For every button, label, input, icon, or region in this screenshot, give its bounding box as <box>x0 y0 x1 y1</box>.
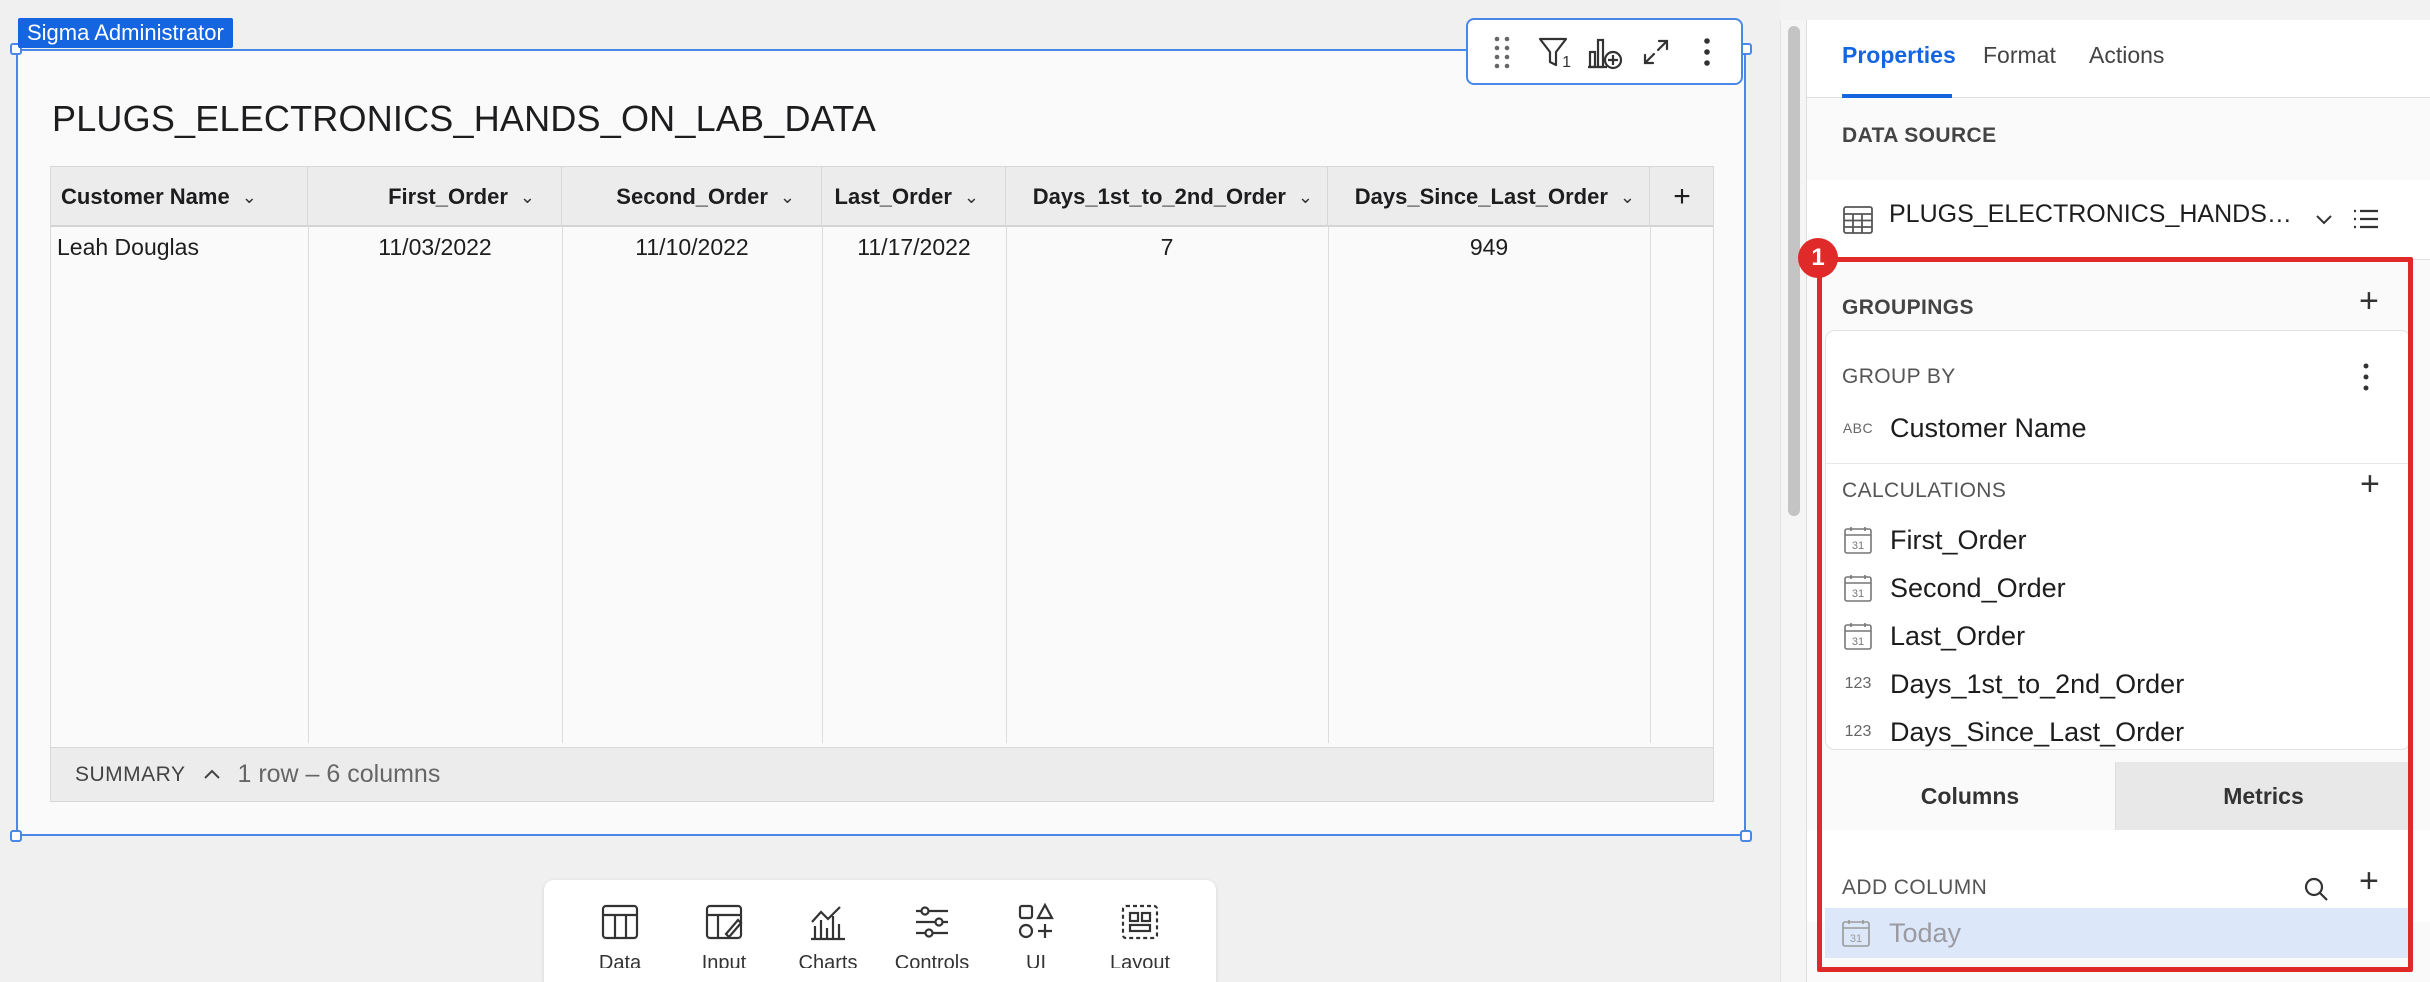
add-column-button[interactable]: + <box>1650 167 1714 227</box>
drag-handle-icon[interactable] <box>1480 30 1524 74</box>
list-icon[interactable] <box>2353 208 2379 230</box>
add-element-bar: Data Input Charts Controls UI Layout <box>544 880 1216 982</box>
element-label: Charts <box>798 952 858 968</box>
workbook-canvas: Sigma Administrator 1 PLUGS_ELECTRONICS_… <box>0 0 1780 982</box>
add-chart-icon[interactable] <box>1582 30 1626 74</box>
add-ui-element[interactable]: UI <box>991 880 1081 982</box>
table-cell[interactable]: 11/10/2022 <box>562 227 822 267</box>
active-tab-indicator <box>1842 94 1952 98</box>
grid-header: Customer Name ⌄ First_Order ⌄ Second_Order… <box>51 167 1713 227</box>
chevron-down-icon[interactable]: ⌄ <box>520 187 535 208</box>
summary-label: SUMMARY <box>75 762 186 786</box>
column-header-days-1st-to-2nd-order[interactable]: Days_1st_to_2nd_Order ⌄ <box>1006 167 1328 227</box>
add-layout-element[interactable]: Layout <box>1095 880 1185 982</box>
chevron-down-icon[interactable]: ⌄ <box>964 187 979 208</box>
tab-properties[interactable]: Properties <box>1842 42 1956 69</box>
table-cell[interactable]: Leah Douglas <box>57 227 307 267</box>
column-header-label: Days_1st_to_2nd_Order <box>1032 184 1286 209</box>
add-control-element[interactable]: Controls <box>887 880 977 982</box>
panel-tabs: Properties Format Actions <box>1807 20 2430 98</box>
column-header-label: First_Order <box>388 184 508 209</box>
chevron-down-icon[interactable] <box>2315 214 2333 226</box>
table-title: PLUGS_ELECTRONICS_HANDS_ON_LAB_DATA <box>52 98 876 139</box>
add-input-element[interactable]: Input <box>679 880 769 982</box>
element-label: Controls <box>894 952 970 968</box>
resize-handle-bottom-left[interactable] <box>10 830 22 842</box>
layout-icon <box>1121 904 1159 940</box>
column-header-label: Days_Since_Last_Order <box>1354 184 1608 209</box>
filter-count: 1 <box>1562 53 1572 71</box>
column-divider <box>308 227 309 743</box>
data-source-name: PLUGS_ELECTRONICS_HANDS_ON_LAB_DATA <box>1889 200 2299 228</box>
table-cell[interactable]: 7 <box>1006 227 1328 267</box>
add-data-element[interactable]: Data <box>575 880 665 982</box>
data-grid: Customer Name ⌄ First_Order ⌄ Second_Order… <box>50 166 1714 802</box>
tab-actions[interactable]: Actions <box>2089 42 2164 69</box>
add-chart-element[interactable]: Charts <box>783 880 873 982</box>
chevron-down-icon[interactable]: ⌄ <box>242 187 257 208</box>
canvas-scrollbar[interactable] <box>1780 20 1806 982</box>
resize-handle-bottom-right[interactable] <box>1740 830 1752 842</box>
column-header-label: Second_Order <box>616 184 768 209</box>
table-icon <box>1843 206 1873 234</box>
element-toolbar: 1 <box>1466 18 1743 85</box>
tab-format[interactable]: Format <box>1983 42 2056 69</box>
column-header-first-order[interactable]: First_Order ⌄ <box>308 167 562 227</box>
chevron-down-icon[interactable]: ⌄ <box>1298 187 1313 208</box>
chevron-down-icon[interactable]: ⌄ <box>1620 187 1635 208</box>
table-cell[interactable]: 949 <box>1328 227 1650 267</box>
table-icon <box>601 904 639 940</box>
annotation-highlight-box <box>1817 257 2413 972</box>
column-header-customer-name[interactable]: Customer Name ⌄ <box>51 167 308 227</box>
table-cell[interactable]: 11/03/2022 <box>308 227 562 267</box>
expand-icon[interactable] <box>1634 30 1678 74</box>
data-source-selector[interactable]: PLUGS_ELECTRONICS_HANDS_ON_LAB_DATA <box>1807 180 2430 260</box>
row-column-count: 1 row – 6 columns <box>237 760 441 788</box>
column-divider <box>822 227 823 743</box>
column-divider <box>1328 227 1329 743</box>
column-divider <box>1650 227 1651 743</box>
input-table-icon <box>705 904 743 940</box>
column-header-second-order[interactable]: Second_Order ⌄ <box>562 167 822 227</box>
ui-shapes-icon <box>1018 902 1054 939</box>
column-header-label: Last_Order <box>834 184 952 209</box>
filter-icon[interactable]: 1 <box>1531 30 1575 74</box>
more-icon[interactable] <box>1685 30 1729 74</box>
element-label: Layout <box>1109 952 1171 968</box>
summary-bar[interactable]: SUMMARY 1 row – 6 columns <box>51 747 1713 801</box>
scrollbar-thumb[interactable] <box>1788 26 1800 516</box>
element-label: UI <box>1026 952 1046 968</box>
element-owner-tag: Sigma Administrator <box>18 18 233 48</box>
column-header-days-since-last-order[interactable]: Days_Since_Last_Order ⌄ <box>1328 167 1650 227</box>
column-divider <box>562 227 563 743</box>
table-cell[interactable]: 11/17/2022 <box>822 227 1006 267</box>
chevron-down-icon[interactable]: ⌄ <box>780 187 795 208</box>
column-header-last-order[interactable]: Last_Order ⌄ <box>822 167 1006 227</box>
controls-icon <box>916 906 948 938</box>
column-divider <box>1006 227 1007 743</box>
element-label: Input <box>701 952 747 968</box>
column-header-label: Customer Name <box>61 184 230 209</box>
element-label: Data <box>598 952 642 968</box>
chevron-up-icon[interactable] <box>203 764 221 785</box>
chart-icon <box>811 906 845 941</box>
annotation-badge: 1 <box>1798 238 1838 278</box>
data-source-label: DATA SOURCE <box>1842 124 1997 147</box>
